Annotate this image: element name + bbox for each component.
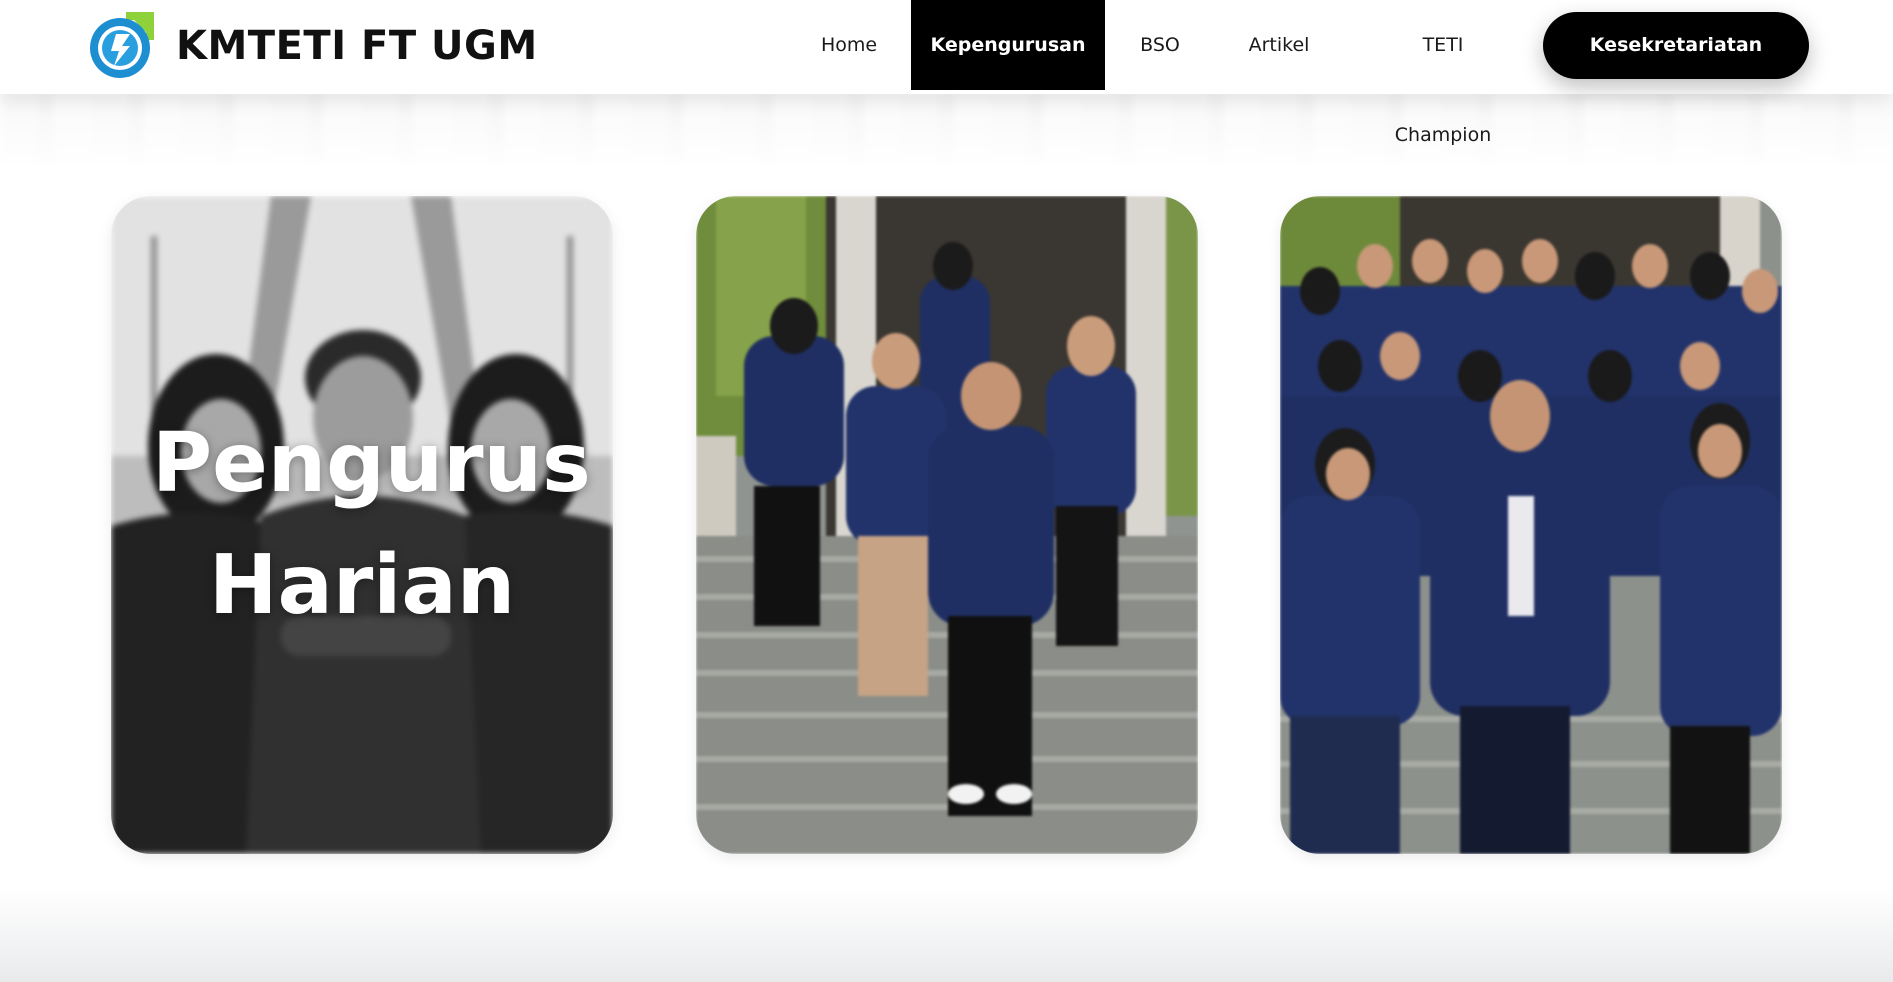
site-header: KMTETI FT UGM Home Kepengurusan BSO Arti… <box>0 0 1893 146</box>
brand-name: KMTETI FT UGM <box>176 23 538 69</box>
card-title: Pengurus Harian <box>152 416 591 633</box>
card-pengurus-harian[interactable]: Pengurus Harian <box>111 196 613 854</box>
kmteti-logo-icon <box>90 12 154 78</box>
card-group-photo-2[interactable] <box>696 196 1198 854</box>
brand[interactable]: KMTETI FT UGM <box>86 12 538 80</box>
section-bottom-fade <box>0 888 1893 982</box>
nav-home[interactable]: Home <box>808 0 890 90</box>
card-group-photo-3[interactable] <box>1280 196 1782 854</box>
background-fade <box>0 94 1893 174</box>
nav-bso[interactable]: BSO <box>1124 0 1196 90</box>
nav-artikel[interactable]: Artikel <box>1238 0 1320 90</box>
nav-teti-champion[interactable]: TETI Champion <box>1372 0 1514 146</box>
group-photo-stairs <box>696 196 1198 854</box>
nav-kepengurusan[interactable]: Kepengurusan <box>911 0 1105 90</box>
kesekretariatan-button[interactable]: Kesekretariatan <box>1543 12 1809 79</box>
group-photo-heart-pose <box>1280 196 1782 854</box>
